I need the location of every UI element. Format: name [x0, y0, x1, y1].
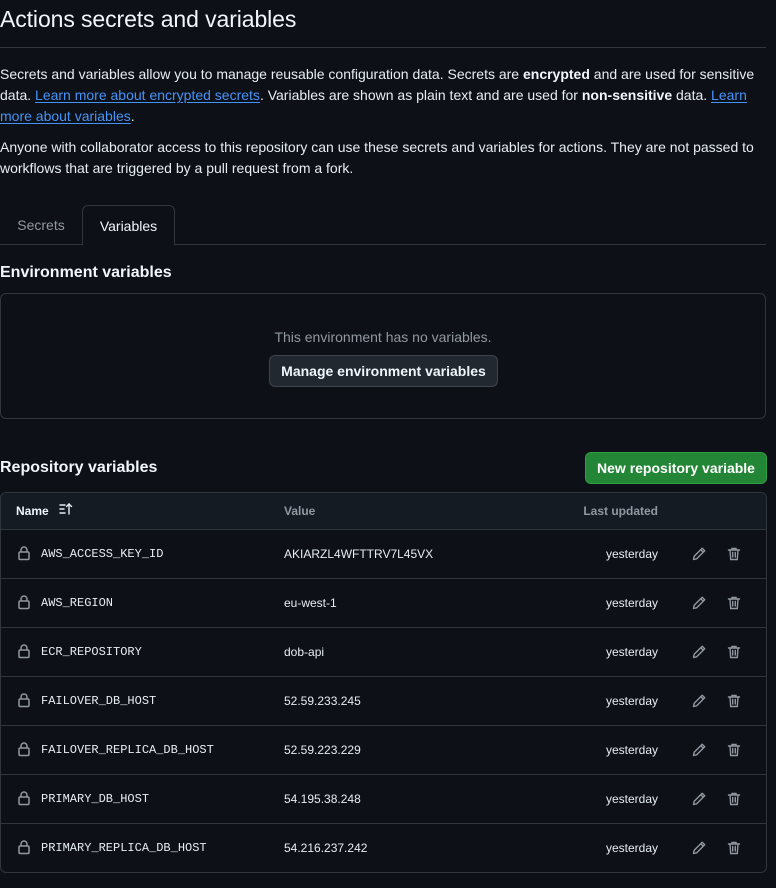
- variable-name[interactable]: PRIMARY_DB_HOST: [41, 775, 149, 823]
- variable-value: eu-west-1: [284, 596, 337, 610]
- intro-paragraph: Secrets and variables allow you to manag…: [0, 64, 760, 127]
- variable-last-updated: yesterday: [605, 792, 658, 806]
- name-column-header[interactable]: Name: [16, 493, 74, 531]
- intro-bold-encrypted: encrypted: [522, 66, 590, 82]
- manage-environment-variables-button[interactable]: Manage environment variables: [269, 355, 498, 387]
- variable-last-updated: yesterday: [605, 645, 658, 659]
- trash-icon[interactable]: [722, 689, 746, 713]
- tab-bar: Secrets Variables: [0, 205, 766, 246]
- variable-name[interactable]: PRIMARY_REPLICA_DB_HOST: [41, 824, 207, 872]
- intro-text: .: [130, 108, 135, 124]
- pencil-icon[interactable]: [687, 836, 711, 860]
- lock-icon: [16, 594, 32, 610]
- trash-icon[interactable]: [722, 542, 746, 566]
- variable-value: 54.195.38.248: [284, 792, 361, 806]
- variable-last-updated: yesterday: [605, 547, 658, 561]
- variable-value: 52.59.233.245: [284, 694, 361, 708]
- table-row: AWS_ACCESS_KEY_ID AKIARZL4WFTTRV7L45VX yes…: [1, 530, 766, 579]
- pencil-icon[interactable]: [687, 591, 711, 615]
- table-row: FAILOVER_REPLICA_DB_HOST 52.59.223.229 yes…: [1, 726, 766, 775]
- environment-variables-heading: Environment variables: [0, 264, 172, 281]
- pencil-icon[interactable]: [687, 787, 711, 811]
- trash-icon[interactable]: [722, 640, 746, 664]
- table-row: FAILOVER_DB_HOST 52.59.233.245 yesterday: [1, 677, 766, 726]
- empty-state-text: This environment has no variables.: [274, 329, 492, 345]
- intro-bold-non-sensitive: non-sensitive: [581, 87, 673, 103]
- variable-last-updated: yesterday: [605, 694, 658, 708]
- trash-icon[interactable]: [722, 787, 746, 811]
- table-row: PRIMARY_REPLICA_DB_HOST 54.216.237.242 yes…: [1, 824, 766, 872]
- lock-icon: [16, 692, 32, 708]
- name-column-label: Name: [16, 504, 49, 518]
- variable-name[interactable]: AWS_REGION: [41, 579, 113, 627]
- table-row: ECR_REPOSITORY dob-api yesterday: [1, 628, 766, 677]
- pencil-icon[interactable]: [687, 542, 711, 566]
- variable-last-updated: yesterday: [605, 841, 658, 855]
- variable-value: dob-api: [284, 645, 325, 659]
- table-row: PRIMARY_DB_HOST 54.195.38.248 yesterday: [1, 775, 766, 824]
- lock-icon: [16, 545, 32, 561]
- intro-text: . Variables are shown as plain text and …: [259, 87, 582, 103]
- last-updated-column-header: Last updated: [583, 504, 658, 518]
- learn-more-secrets-link[interactable]: Learn more about encrypted secrets: [35, 87, 260, 103]
- pencil-icon[interactable]: [687, 689, 711, 713]
- table-row: AWS_REGION eu-west-1 yesterday: [1, 579, 766, 628]
- variable-name[interactable]: FAILOVER_REPLICA_DB_HOST: [41, 726, 214, 774]
- pencil-icon[interactable]: [687, 738, 711, 762]
- variable-value: 52.59.223.229: [284, 743, 361, 757]
- value-column-header: Value: [284, 504, 316, 518]
- pencil-icon[interactable]: [687, 640, 711, 664]
- variable-last-updated: yesterday: [605, 743, 658, 757]
- repository-variables-table: Name Value Last updated AWS_ACCESS_KEY_I…: [0, 492, 767, 873]
- repository-variables-heading: Repository variables: [0, 459, 158, 476]
- variable-value: 54.216.237.242: [284, 841, 368, 855]
- actions-variables-page: Actions secrets and variables Secrets an…: [0, 0, 776, 888]
- tab-variables[interactable]: Variables: [82, 205, 175, 246]
- title-divider: [0, 47, 766, 48]
- lock-icon: [16, 741, 32, 757]
- trash-icon[interactable]: [722, 591, 746, 615]
- variable-value: AKIARZL4WFTTRV7L45VX: [284, 547, 434, 561]
- variable-name[interactable]: ECR_REPOSITORY: [41, 628, 142, 676]
- intro-text: Secrets and variables allow you to manag…: [0, 66, 523, 82]
- lock-icon: [16, 643, 32, 659]
- environment-variables-box: This environment has no variables. Manag…: [0, 293, 766, 419]
- lock-icon: [16, 839, 32, 855]
- variable-name[interactable]: AWS_ACCESS_KEY_ID: [41, 530, 163, 578]
- collaborator-note: Anyone with collaborator access to this …: [0, 139, 754, 176]
- variable-name[interactable]: FAILOVER_DB_HOST: [41, 677, 156, 725]
- table-header: Name Value Last updated: [1, 493, 766, 530]
- new-repository-variable-button[interactable]: New repository variable: [585, 452, 767, 484]
- page-title: Actions secrets and variables: [0, 6, 297, 32]
- variable-last-updated: yesterday: [605, 596, 658, 610]
- sort-ascending-icon[interactable]: [58, 495, 74, 531]
- intro-text: data.: [672, 87, 712, 103]
- lock-icon: [16, 790, 32, 806]
- tab-secrets[interactable]: Secrets: [0, 205, 82, 245]
- trash-icon[interactable]: [722, 836, 746, 860]
- trash-icon[interactable]: [722, 738, 746, 762]
